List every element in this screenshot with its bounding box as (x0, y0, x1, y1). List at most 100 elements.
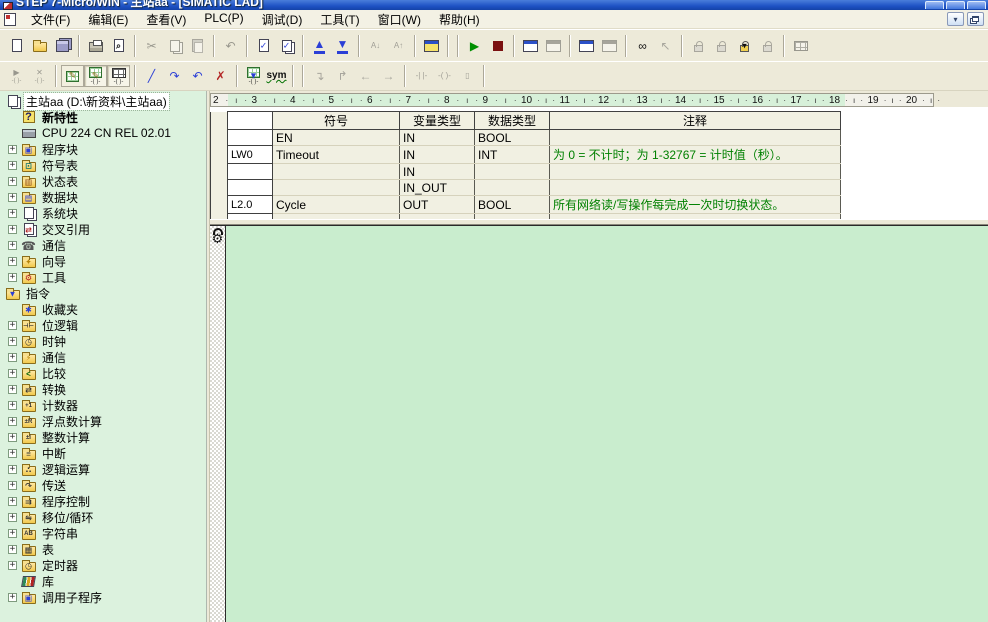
menu-item-6[interactable]: 工具(T) (311, 9, 368, 30)
tree-item-7[interactable]: +▤数据块 (0, 189, 206, 205)
cell-addr[interactable] (228, 130, 273, 146)
cell-com[interactable] (550, 214, 841, 220)
new-file-icon[interactable] (5, 35, 28, 57)
cell-dt[interactable] (475, 214, 550, 220)
tree-item-23[interactable]: +≡中断 (0, 445, 206, 461)
tree-item-24[interactable]: +∴逻辑运算 (0, 461, 206, 477)
cell-addr[interactable] (228, 180, 273, 196)
chart-status-icon[interactable] (575, 35, 598, 57)
tree-item-16[interactable]: +◷时钟 (0, 333, 206, 349)
expander-icon[interactable]: + (8, 209, 17, 218)
print-icon[interactable] (84, 35, 107, 57)
menu-item-2[interactable]: 编辑(E) (79, 9, 137, 30)
cell-vt[interactable]: IN_OUT (400, 180, 475, 196)
tree-item-17[interactable]: +⚡通信 (0, 349, 206, 365)
expander-icon[interactable]: + (8, 513, 17, 522)
stop-icon[interactable] (486, 35, 509, 57)
tree-item-4[interactable]: +▣程序块 (0, 141, 206, 157)
document-icon[interactable] (4, 13, 16, 26)
tree-item-29[interactable]: +▦表 (0, 541, 206, 557)
tree-item-11[interactable]: +✦向导 (0, 253, 206, 269)
cell-sym[interactable]: EN (273, 130, 400, 146)
tree-item-6[interactable]: +▥状态表 (0, 173, 206, 189)
expander-icon[interactable]: + (8, 545, 17, 554)
tree-item-20[interactable]: ++1计数器 (0, 397, 206, 413)
expander-icon[interactable]: + (8, 321, 17, 330)
tree-item-32[interactable]: +▣调用子程序 (0, 589, 206, 605)
expander-icon[interactable]: + (8, 417, 17, 426)
expander-icon[interactable]: + (8, 497, 17, 506)
cell-com[interactable] (550, 180, 841, 196)
cell-sym[interactable]: Timeout (273, 146, 400, 164)
expander-icon[interactable]: + (8, 529, 17, 538)
cell-dt[interactable]: BOOL (475, 130, 550, 146)
tree-item-27[interactable]: +⇋移位/循环 (0, 509, 206, 525)
sym-toggle-icon[interactable]: sym (265, 65, 288, 87)
expander-icon[interactable]: + (8, 385, 17, 394)
close-button[interactable] (967, 1, 986, 9)
cell-vt[interactable] (400, 214, 475, 220)
tree-item-28[interactable]: +AB字符串 (0, 525, 206, 541)
cell-dt[interactable]: BOOL (475, 196, 550, 214)
menu-item-3[interactable]: 查看(V) (137, 9, 195, 30)
tree-item-14[interactable]: ✱收藏夹 (0, 301, 206, 317)
password-lock-icon[interactable]: ▾ (733, 35, 756, 57)
cell-dt[interactable] (475, 164, 550, 180)
tree-item-8[interactable]: +系统块 (0, 205, 206, 221)
insert-down-icon[interactable]: ↷ (163, 65, 186, 87)
delete-line-icon[interactable]: ✗ (209, 65, 232, 87)
menu-item-5[interactable]: 调试(D) (253, 9, 312, 30)
menu-item-1[interactable]: 文件(F) (22, 9, 79, 30)
cell-vt[interactable]: IN (400, 146, 475, 164)
pou-grid-view-icon[interactable]: -( )- (107, 65, 130, 87)
menu-item-8[interactable]: 帮助(H) (430, 9, 489, 30)
cell-dt[interactable] (475, 180, 550, 196)
expander-icon[interactable]: + (8, 145, 17, 154)
expander-icon[interactable]: + (8, 433, 17, 442)
expander-icon[interactable]: + (8, 593, 17, 602)
cell-sym[interactable] (273, 164, 400, 180)
tree-item-19[interactable]: +⇄转换 (0, 381, 206, 397)
expander-icon[interactable]: + (8, 257, 17, 266)
compile-icon[interactable]: ✓ (252, 35, 275, 57)
expander-icon[interactable]: + (8, 353, 17, 362)
open-file-icon[interactable] (28, 35, 51, 57)
cell-sym[interactable]: Cycle (273, 196, 400, 214)
expander-icon[interactable]: + (8, 465, 17, 474)
tree-item-5[interactable]: +⊡符号表 (0, 157, 206, 173)
download-icon[interactable]: ▼ (331, 35, 354, 57)
expander-icon[interactable]: + (8, 241, 17, 250)
cell-vt[interactable]: IN (400, 164, 475, 180)
mdi-minimize-button[interactable]: ▾ (947, 12, 964, 26)
expander-icon[interactable]: + (8, 481, 17, 490)
save-all-icon[interactable] (51, 35, 74, 57)
expander-icon[interactable]: + (8, 161, 17, 170)
compile-all-icon[interactable]: ✓ (275, 35, 298, 57)
symbol-table-icon[interactable]: ✎ (61, 65, 84, 87)
filter-table-icon[interactable]: ▼-( )- (242, 65, 265, 87)
tree-item-10[interactable]: +☎通信 (0, 237, 206, 253)
menu-item-7[interactable]: 窗口(W) (369, 9, 430, 30)
upload-icon[interactable]: ▲ (308, 35, 331, 57)
expander-icon[interactable]: + (8, 401, 17, 410)
cell-com[interactable] (550, 164, 841, 180)
tree-item-2[interactable]: ?新特性 (0, 109, 206, 125)
cell-addr[interactable] (228, 214, 273, 220)
cell-sym[interactable] (273, 214, 400, 220)
insert-up-icon[interactable]: ↶ (186, 65, 209, 87)
tree-item-30[interactable]: +◷定时器 (0, 557, 206, 573)
expander-icon[interactable]: + (8, 177, 17, 186)
cell-addr[interactable] (228, 164, 273, 180)
tree-item-21[interactable]: +±R浮点数计算 (0, 413, 206, 429)
insert-line-icon[interactable]: ╱ (140, 65, 163, 87)
tree-item-12[interactable]: +⚙工具 (0, 269, 206, 285)
status-glasses-icon[interactable]: ∞ (631, 35, 654, 57)
tree-item-1[interactable]: 主站aa (D:\新资料\主站aa) (0, 93, 206, 109)
tree-item-25[interactable]: +↷传送 (0, 477, 206, 493)
cell-vt[interactable]: IN (400, 130, 475, 146)
minimize-button[interactable] (925, 1, 944, 9)
program-status-icon[interactable] (519, 35, 542, 57)
cell-com[interactable]: 为 0 = 不计时；为 1-32767 = 计时值（秒）。 (550, 146, 841, 164)
mdi-restore-button[interactable] (967, 12, 984, 26)
tree-item-18[interactable]: +<比较 (0, 365, 206, 381)
